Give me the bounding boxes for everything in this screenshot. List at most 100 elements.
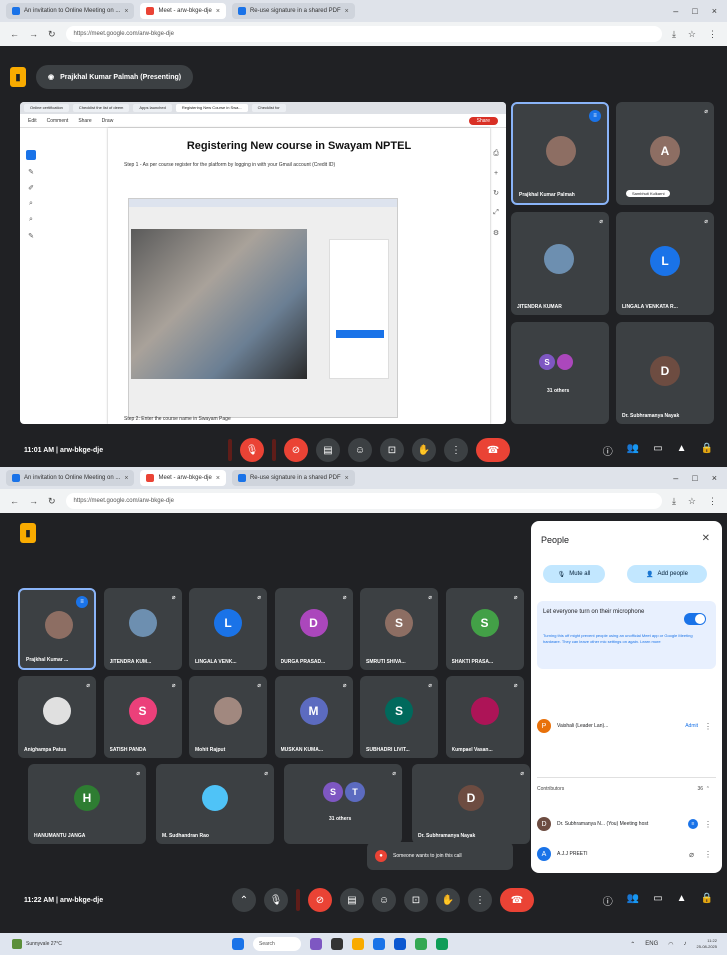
participant-tile[interactable]: S ⌀ SUBHADRI LIVIT...	[360, 676, 438, 758]
reload-icon[interactable]: ↻	[48, 29, 56, 40]
participant-tile[interactable]: S ⌀ SATISH PANDA	[103, 676, 182, 758]
maximize-icon[interactable]: □	[692, 6, 697, 16]
captions-button[interactable]: ▤	[316, 438, 340, 462]
edge-icon[interactable]	[373, 938, 385, 950]
participant-tile-others[interactable]: S T ⌀ 31 others	[284, 764, 402, 844]
download-icon[interactable]: ⤓	[672, 496, 676, 507]
present-button[interactable]: ⊡	[380, 438, 404, 462]
participant-tile-others[interactable]: S 31 others	[511, 322, 609, 424]
more-icon[interactable]: ⋮	[704, 820, 716, 829]
more-icon[interactable]: ⋮	[704, 722, 716, 731]
participant-tile[interactable]: A ⌀ Sambhuti Kulkarni	[616, 102, 714, 205]
participant-tile[interactable]: ⌀ JITENDRA KUMAR	[511, 212, 609, 315]
close-icon[interactable]: ✕	[702, 533, 710, 544]
join-request-toast[interactable]: ● Someone wants to join this call	[367, 842, 513, 870]
people-row[interactable]: D Dr. Subhramanya N... (You) Meeting hos…	[537, 811, 716, 837]
participant-tile[interactable]: S ⌀ SMRUTI SHIVA...	[360, 588, 438, 670]
minimize-icon[interactable]: –	[673, 473, 678, 483]
taskbar-search[interactable]: Search	[253, 937, 301, 951]
mic-permission-toggle[interactable]	[684, 613, 706, 625]
lock-icon[interactable]: 🔒	[701, 443, 713, 458]
participant-tile[interactable]: L ⌀ LINGALA VENK...	[189, 588, 267, 670]
download-icon[interactable]: ⤓	[672, 29, 676, 40]
close-icon[interactable]: ×	[216, 8, 220, 15]
contributors-section-header[interactable]: Contributors 36 ⌃	[537, 777, 716, 799]
present-button[interactable]: ⊡	[404, 888, 428, 912]
browser-tab-active[interactable]: Meet - arw-bkge-dje ×	[140, 3, 226, 19]
people-icon[interactable]: 👥	[627, 893, 639, 908]
minimize-icon[interactable]: –	[673, 6, 678, 16]
app-icon[interactable]	[310, 938, 322, 950]
chat-icon[interactable]: ▭	[653, 893, 662, 908]
forward-icon[interactable]: →	[29, 496, 38, 506]
weather-widget[interactable]: Sunnyvale 27°C	[12, 939, 62, 949]
presenting-chip[interactable]: ◉ Prajkhal Kumar Palmah (Presenting)	[36, 65, 194, 89]
more-options-button[interactable]: ⋮	[444, 438, 468, 462]
close-window-icon[interactable]: ×	[712, 6, 717, 16]
activities-icon[interactable]: ▲	[677, 893, 687, 908]
participant-tile[interactable]: H ⌀ HANUMANTU JANGA	[28, 764, 146, 844]
star-icon[interactable]: ☆	[688, 496, 696, 507]
close-icon[interactable]: ×	[345, 475, 349, 482]
participant-tile[interactable]: ≡ Prajkhal Kumar Palmah	[511, 102, 609, 205]
more-icon[interactable]: ⋮	[704, 850, 716, 859]
app-icon[interactable]	[436, 938, 448, 950]
participant-tile[interactable]: S ⌀ SHAKTI PRASA...	[445, 588, 524, 670]
mic-off-button[interactable]: 🎙	[240, 438, 264, 462]
forward-icon[interactable]: →	[29, 29, 38, 39]
participant-tile[interactable]: ⌀ M. Sudhandran Rao	[156, 764, 274, 844]
participant-tile[interactable]: ⌀ Mohit Rajput	[189, 676, 267, 758]
participant-tile[interactable]: D ⌀ DURGA PRASAD...	[274, 588, 353, 670]
camera-options-icon[interactable]	[272, 439, 276, 461]
activities-icon[interactable]: ▲	[677, 443, 687, 458]
chevron-up-icon[interactable]: ⌃	[630, 941, 635, 948]
back-icon[interactable]: ←	[10, 496, 19, 506]
admit-link[interactable]: Admit	[685, 723, 698, 729]
extensions-icon[interactable]: ⋮	[708, 29, 717, 40]
chrome-icon[interactable]	[415, 938, 427, 950]
extensions-icon[interactable]: ⋮	[708, 496, 717, 507]
emoji-button[interactable]: ☺	[348, 438, 372, 462]
store-icon[interactable]	[394, 938, 406, 950]
learn-more-link[interactable]: Learn more	[640, 639, 660, 644]
camera-off-button[interactable]: ⊘	[308, 888, 332, 912]
reload-icon[interactable]: ↻	[48, 496, 56, 507]
url-input[interactable]: https://meet.google.com/arw-bkge-dje	[65, 493, 662, 509]
close-window-icon[interactable]: ×	[712, 473, 717, 483]
url-input[interactable]: https://meet.google.com/arw-bkge-dje	[65, 26, 662, 42]
mute-all-button[interactable]: 🎙 Mute all	[543, 565, 605, 583]
participant-tile[interactable]: D ⌀ Dr. Subhramanya Nayak	[412, 764, 530, 844]
app-icon[interactable]	[331, 938, 343, 950]
language-indicator[interactable]: ENG	[645, 941, 658, 947]
maximize-icon[interactable]: □	[692, 473, 697, 483]
clock[interactable]: 11:22 25-08-2025	[697, 938, 717, 950]
participant-tile[interactable]: D Dr. Subhramanya Nayak	[616, 322, 714, 424]
add-people-button[interactable]: 👤 Add people	[627, 565, 707, 583]
more-options-button[interactable]: ⋮	[468, 888, 492, 912]
raise-hand-button[interactable]: ✋	[412, 438, 436, 462]
info-icon[interactable]: ⓘ	[603, 443, 613, 458]
close-icon[interactable]: ×	[124, 8, 128, 15]
people-row-host[interactable]: P Vaishali (Leader Lan)... Admit ⋮	[537, 713, 716, 739]
browser-tab-active[interactable]: Meet - arw-bkge-dje ×	[140, 470, 226, 486]
participant-tile[interactable]: ⌀ Kumpael Vasan...	[445, 676, 524, 758]
lock-icon[interactable]: 🔒	[701, 893, 713, 908]
wifi-icon[interactable]: ◠	[668, 941, 673, 948]
back-icon[interactable]: ←	[10, 29, 19, 39]
leave-call-button[interactable]: ☎	[500, 888, 534, 912]
mic-button[interactable]: 🎙	[264, 888, 288, 912]
close-icon[interactable]: ×	[345, 8, 349, 15]
mic-options-button[interactable]: ⌃	[232, 888, 256, 912]
browser-tab[interactable]: An invitation to Online Meeting on ... ×	[6, 470, 135, 486]
browser-tab[interactable]: Re-use signature in a shared PDF ×	[231, 470, 355, 486]
browser-tab[interactable]: Re-use signature in a shared PDF ×	[231, 3, 355, 19]
emoji-button[interactable]: ☺	[372, 888, 396, 912]
captions-button[interactable]: ▤	[340, 888, 364, 912]
participant-tile[interactable]: L ⌀ LINGALA VENKATA R...	[616, 212, 714, 315]
people-icon[interactable]: 👥	[627, 443, 639, 458]
browser-tab[interactable]: An invitation to Online Meeting on ... ×	[6, 3, 135, 19]
close-icon[interactable]: ×	[124, 475, 128, 482]
participant-tile[interactable]: ⌀ JITENDRA KUM...	[103, 588, 182, 670]
folder-icon[interactable]	[352, 938, 364, 950]
close-icon[interactable]: ×	[216, 475, 220, 482]
